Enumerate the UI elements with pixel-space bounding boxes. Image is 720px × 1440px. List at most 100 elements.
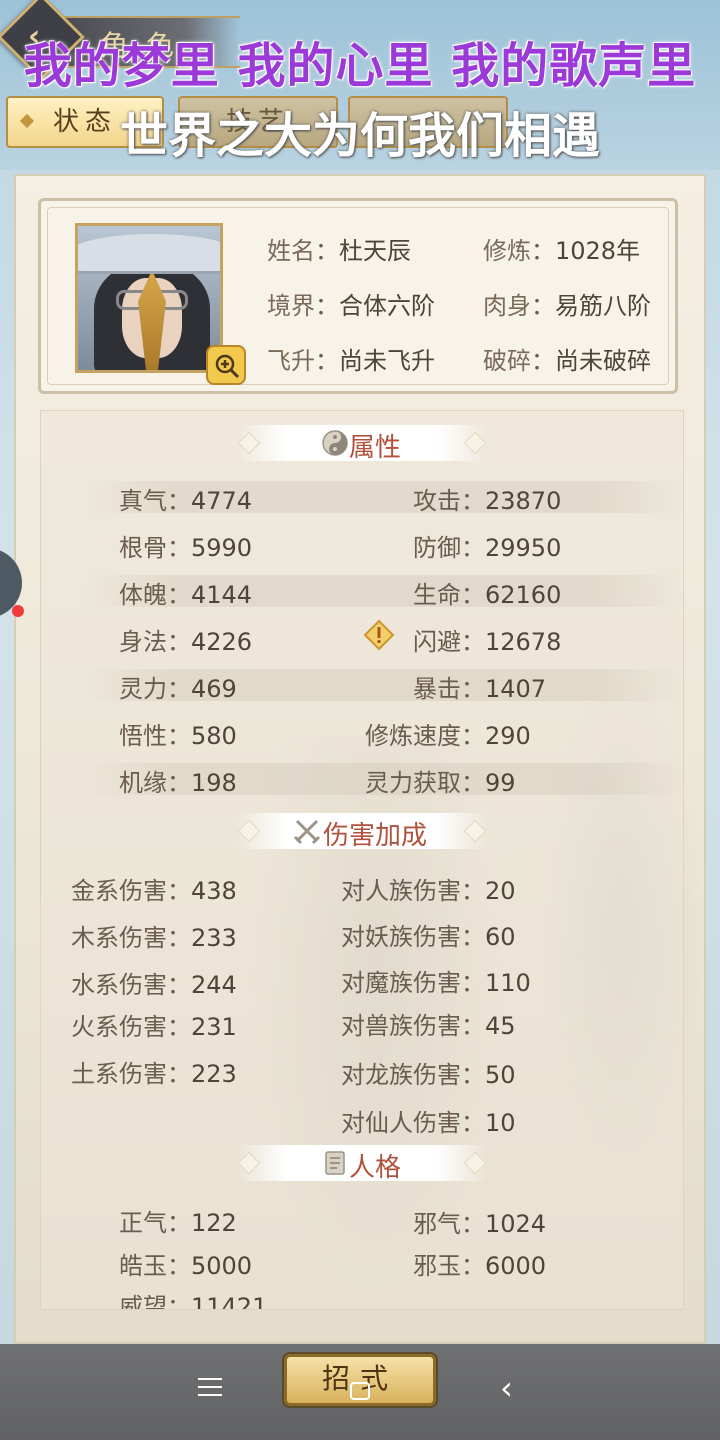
stat-label: 水系伤害 <box>71 971 167 999</box>
stat-label: 真气 <box>119 487 167 515</box>
stat-label: 对魔族伤害 <box>341 969 461 997</box>
stat-value: 4774 <box>191 487 253 515</box>
damage-vs-beast: 对兽族伤害：45 <box>341 1012 516 1040</box>
stat-attack: 攻击：23870 <box>413 487 562 515</box>
stat-value: 23870 <box>485 487 562 515</box>
stat-value: 233 <box>191 924 237 952</box>
stat-value: 223 <box>191 1060 237 1088</box>
stat-value: 1024 <box>485 1210 547 1238</box>
stat-label: 防御 <box>413 534 461 562</box>
stat-shenfa: 身法：4226 <box>119 628 253 656</box>
damage-vs-devil: 对魔族伤害：110 <box>341 969 531 997</box>
character-panel: 姓名：杜天辰 修炼：1028年 境界：合体六阶 肉身：易筋八阶 飞升：尚未飞升 … <box>14 174 706 1344</box>
stat-value: 110 <box>485 969 531 997</box>
stat-value: 469 <box>191 675 237 703</box>
stat-value: 11421 <box>191 1293 268 1309</box>
damage-title: 伤害加成 <box>322 821 427 851</box>
damage-wood: 木系伤害：233 <box>71 924 237 952</box>
stat-label: 邪玉 <box>413 1252 461 1280</box>
stat-tipo: 体魄：4144 <box>119 581 253 609</box>
stat-value: 50 <box>485 1061 516 1089</box>
stat-value: 4144 <box>191 581 253 609</box>
stat-label: 对龙族伤害 <box>341 1061 461 1089</box>
stat-label: 土系伤害 <box>71 1060 167 1088</box>
stat-label: 暴击 <box>413 675 461 703</box>
stat-label: 金系伤害 <box>71 877 167 905</box>
stat-value: 10 <box>485 1109 516 1137</box>
stat-label: 邪气 <box>413 1210 461 1238</box>
stat-wuxing: 悟性：580 <box>119 722 237 750</box>
stat-value: 5990 <box>191 534 253 562</box>
stat-label: 皓玉 <box>119 1252 167 1280</box>
profile-realm-label: 境界 <box>267 292 315 320</box>
profile-name: 姓名：杜天辰 <box>267 237 411 265</box>
profile-name-label: 姓名 <box>267 237 315 265</box>
zoom-in-icon <box>215 354 240 379</box>
personality-header: 人格 <box>237 1145 487 1183</box>
stat-value: 20 <box>485 877 516 905</box>
stat-label: 闪避 <box>413 628 461 656</box>
stat-value: 231 <box>191 1013 237 1041</box>
stat-zhenqi: 真气：4774 <box>119 487 253 515</box>
back-icon[interactable]: ‹ <box>500 1370 513 1406</box>
damage-vs-immortal: 对仙人伤害：10 <box>341 1109 516 1137</box>
stat-lingli-gain: 灵力获取：99 <box>365 769 516 797</box>
stat-label: 体魄 <box>119 581 167 609</box>
stat-value: 99 <box>485 769 516 797</box>
home-icon[interactable] <box>350 1382 370 1400</box>
stat-label: 身法 <box>119 628 167 656</box>
profile-realm-value: 合体六阶 <box>339 292 435 320</box>
damage-metal: 金系伤害：438 <box>71 877 237 905</box>
damage-vs-human: 对人族伤害：20 <box>341 877 516 905</box>
stat-label: 对妖族伤害 <box>341 923 461 951</box>
stat-value: 29950 <box>485 534 562 562</box>
attributes-box: 属性 真气：4774 攻击：23870 根骨：5990 防御：29950 体魄：… <box>40 410 685 1310</box>
damage-vs-demon: 对妖族伤害：60 <box>341 923 516 951</box>
stat-label: 火系伤害 <box>71 1013 167 1041</box>
stat-value: 290 <box>485 722 531 750</box>
stat-label: 攻击 <box>413 487 461 515</box>
lyric-line-2: 世界之大为何我们相遇 <box>119 108 600 164</box>
stat-lingli: 灵力：469 <box>119 675 237 703</box>
stat-label: 悟性 <box>119 722 167 750</box>
personality-evil: 邪气：1024 <box>413 1210 547 1238</box>
damage-water: 水系伤害：244 <box>71 971 237 999</box>
menu-icon[interactable] <box>198 1378 222 1398</box>
personality-haoyu: 皓玉：5000 <box>119 1252 253 1280</box>
profile-realm: 境界：合体六阶 <box>267 292 435 320</box>
stat-value: 6000 <box>485 1252 547 1280</box>
stat-label: 威望 <box>119 1293 167 1309</box>
profile-body: 肉身：易筋八阶 <box>483 292 651 320</box>
stat-label: 对人族伤害 <box>341 877 461 905</box>
stat-label: 修炼速度 <box>365 722 461 750</box>
stat-label: 灵力 <box>119 675 167 703</box>
stat-value: 1407 <box>485 675 547 703</box>
zoom-in-button[interactable] <box>206 345 246 385</box>
stat-label: 灵力获取 <box>365 769 461 797</box>
stat-value: 60 <box>485 923 516 951</box>
stat-label: 正气 <box>119 1209 167 1237</box>
profile-shatter-label: 破碎 <box>483 347 531 375</box>
stat-crit: 暴击：1407 <box>413 675 547 703</box>
stat-gengu: 根骨：5990 <box>119 534 253 562</box>
warning-icon[interactable] <box>363 619 395 651</box>
profile-body-value: 易筋八阶 <box>555 292 651 320</box>
stat-value: 580 <box>191 722 237 750</box>
stat-value: 244 <box>191 971 237 999</box>
profile-shatter-value: 尚未破碎 <box>555 347 651 375</box>
stat-label: 木系伤害 <box>71 924 167 952</box>
stat-label: 生命 <box>413 581 461 609</box>
attributes-title: 属性 <box>348 433 401 463</box>
stat-label: 根骨 <box>119 534 167 562</box>
personality-title: 人格 <box>348 1153 401 1183</box>
bottom-nav: 招式 ‹ <box>0 1344 720 1440</box>
profile-ascension: 飞升：尚未飞升 <box>267 347 435 375</box>
stat-label: 对仙人伤害 <box>341 1109 461 1137</box>
damage-vs-dragon: 对龙族伤害：50 <box>341 1061 516 1089</box>
profile-shatter: 破碎：尚未破碎 <box>483 347 651 375</box>
avatar[interactable] <box>75 223 223 373</box>
personality-righteous: 正气：122 <box>119 1209 237 1237</box>
stat-health: 生命：62160 <box>413 581 562 609</box>
stat-label: 对兽族伤害 <box>341 1012 461 1040</box>
profile-cultivation: 修炼：1028年 <box>483 237 641 265</box>
